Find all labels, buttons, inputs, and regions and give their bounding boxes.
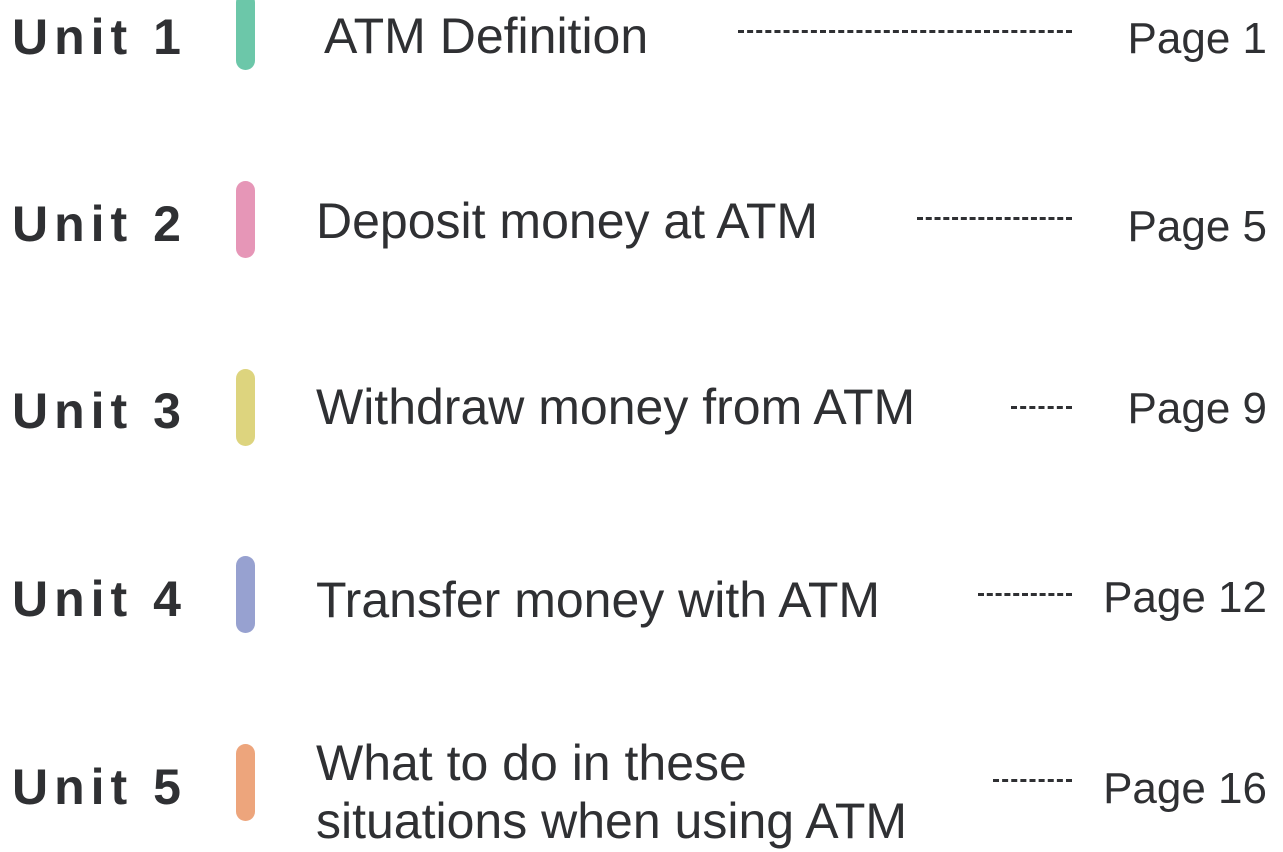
toc-entry-unit-4[interactable]: Unit 4 Transfer money with ATM Page 12 <box>0 556 1283 636</box>
unit-label: Unit 2 <box>12 196 187 252</box>
page-number: Page 5 <box>1127 202 1267 251</box>
unit-color-bar <box>236 556 255 633</box>
dotted-leader <box>738 30 1072 33</box>
page-number: Page 12 <box>1103 573 1267 622</box>
toc-entry-unit-1[interactable]: Unit 1 ATM Definition Page 1 <box>0 0 1283 80</box>
dotted-leader <box>978 593 1072 596</box>
unit-label: Unit 4 <box>12 571 187 627</box>
unit-color-bar <box>236 744 255 821</box>
page-number: Page 16 <box>1103 764 1267 813</box>
unit-title: ATM Definition <box>324 8 649 64</box>
unit-title: Withdraw money from ATM <box>316 379 916 435</box>
page-number: Page 1 <box>1127 14 1267 63</box>
dotted-leader <box>917 217 1072 220</box>
unit-title: Transfer money with ATM <box>316 572 881 628</box>
unit-color-bar <box>236 369 255 446</box>
unit-label: Unit 5 <box>12 759 187 815</box>
dotted-leader <box>1011 406 1072 409</box>
toc-entry-unit-3[interactable]: Unit 3 Withdraw money from ATM Page 9 <box>0 368 1283 448</box>
dotted-leader <box>993 779 1072 782</box>
unit-color-bar <box>236 181 255 258</box>
toc-entry-unit-5[interactable]: Unit 5 What to do in these situations wh… <box>0 730 1283 852</box>
unit-title-line-2: situations when using ATM <box>316 793 908 849</box>
table-of-contents: Unit 1 ATM Definition Page 1 Unit 2 Depo… <box>0 0 1283 852</box>
page-number: Page 9 <box>1127 384 1267 433</box>
unit-title-line-1: What to do in these <box>316 735 747 791</box>
unit-label: Unit 1 <box>12 9 187 65</box>
unit-label: Unit 3 <box>12 383 187 439</box>
unit-color-bar <box>236 0 255 70</box>
toc-entry-unit-2[interactable]: Unit 2 Deposit money at ATM Page 5 <box>0 180 1283 260</box>
unit-title: Deposit money at ATM <box>316 193 819 249</box>
